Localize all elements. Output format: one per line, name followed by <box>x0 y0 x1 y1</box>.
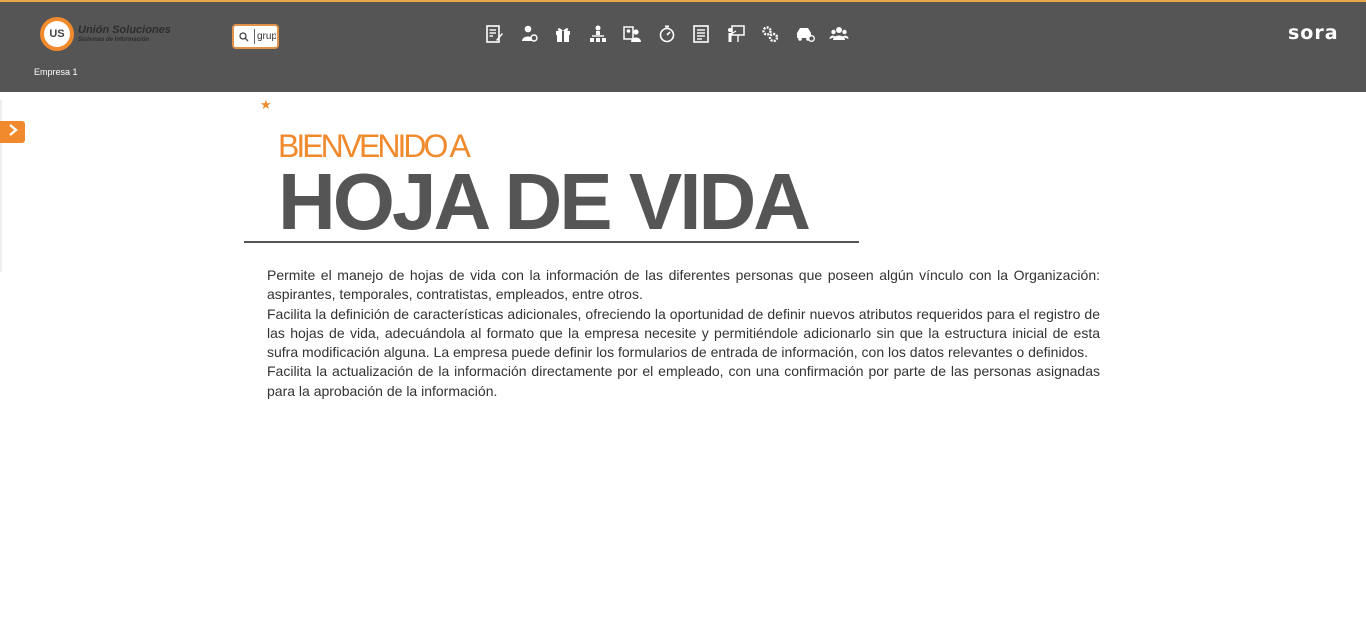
presentation-icon[interactable] <box>726 24 761 44</box>
gift-icon[interactable] <box>553 24 588 44</box>
description-paragraph: Facilita la definición de característica… <box>267 305 1100 361</box>
gears-icon[interactable] <box>760 24 795 44</box>
employee-card-icon[interactable] <box>622 24 657 44</box>
resume-icon[interactable] <box>484 24 519 44</box>
module-toolbar <box>484 24 864 44</box>
title-underline <box>244 241 859 243</box>
module-description: Permite el manejo de hojas de vida con l… <box>267 266 1100 401</box>
timer-icon[interactable] <box>657 24 692 44</box>
brand-logo: sora <box>1288 22 1339 44</box>
person-icon[interactable] <box>519 24 554 44</box>
search-input[interactable] <box>254 29 276 44</box>
search-box[interactable] <box>232 24 279 49</box>
chevron-right-icon <box>8 123 18 141</box>
page-title: HOJA DE VIDA <box>278 157 811 246</box>
vehicle-icon[interactable] <box>795 24 830 44</box>
group-icon[interactable] <box>829 24 864 44</box>
company-logo[interactable]: US Unión Soluciones Sistemas de Informac… <box>40 17 171 51</box>
org-chart-icon[interactable] <box>588 24 623 44</box>
company-name[interactable]: Empresa 1 <box>34 67 78 77</box>
brand-text: sora <box>1288 22 1339 44</box>
description-paragraph: Facilita la actualización de la informac… <box>267 363 1100 399</box>
favorite-star-icon[interactable]: ★ <box>260 97 272 113</box>
logo-mark: US <box>40 17 74 51</box>
sidebar-toggle-button[interactable] <box>0 121 25 143</box>
logo-name: Unión Soluciones <box>78 24 171 36</box>
logo-subtitle: Sistemas de Información <box>78 37 150 43</box>
top-bar: US Unión Soluciones Sistemas de Informac… <box>0 0 1366 92</box>
logo-initials: US <box>44 21 70 47</box>
search-icon[interactable] <box>234 26 254 47</box>
document-icon[interactable] <box>691 24 726 44</box>
description-paragraph: Permite el manejo de hojas de vida con l… <box>267 267 1100 303</box>
